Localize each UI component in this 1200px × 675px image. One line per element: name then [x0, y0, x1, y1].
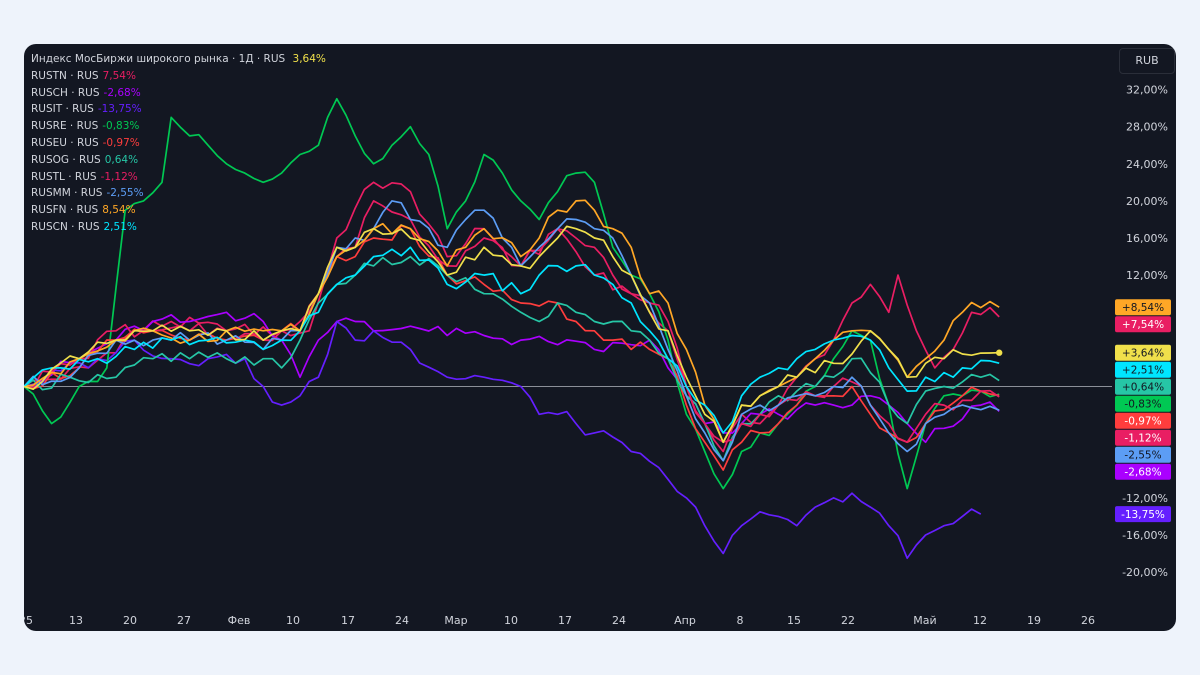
x-tick-label: 26: [1081, 614, 1095, 627]
y-tick-label: 32,00%: [1126, 84, 1168, 97]
series-value-tag-label: +8,54%: [1122, 302, 1164, 314]
legend-change: 2,51%: [103, 220, 137, 233]
x-tick-label: 20: [123, 614, 137, 627]
x-tick-label: Май: [913, 614, 936, 627]
legend-symbol: RUSTN · RUS: [31, 69, 99, 82]
y-tick-label: -20,00%: [1122, 566, 1168, 579]
legend-change: 0,64%: [104, 153, 139, 166]
legend-symbol: RUSFN · RUS: [31, 204, 99, 217]
legend-row: RUSEU · RUS -0,97%: [31, 135, 326, 152]
y-tick-label: -16,00%: [1122, 529, 1168, 542]
y-tick-label: 28,00%: [1126, 121, 1168, 134]
x-tick-label: 22: [841, 614, 855, 627]
legend-change: -0,97%: [102, 136, 140, 149]
legend-symbol: RUSCH · RUS: [31, 86, 100, 99]
series-value-tag-label: -2,55%: [1124, 450, 1161, 462]
x-tick-label: 19: [1027, 614, 1041, 627]
x-tick-label: 8: [737, 614, 744, 627]
legend-symbol: RUSIT · RUS: [31, 103, 94, 116]
series-value-tag-label: +3,64%: [1122, 348, 1164, 360]
legend-row: RUSOG · RUS 0,64%: [31, 152, 326, 169]
legend-change: -1,12%: [100, 170, 138, 183]
legend-symbol: RUSCN · RUS: [31, 220, 100, 233]
y-tick-label: -12,00%: [1122, 492, 1168, 505]
y-tick-label: 24,00%: [1126, 158, 1168, 171]
x-tick-label: 12: [973, 614, 987, 627]
chart-card: 32,00% 28,00% 24,00% 20,00% 16,00% 12,00% -12,…: [24, 44, 1176, 631]
legend-symbol: RUSRE · RUS: [31, 120, 99, 133]
legend-row: RUSMM · RUS -2,55%: [31, 185, 326, 202]
legend-main-change: 3,64%: [292, 53, 326, 65]
series-value-tag-label: +2,51%: [1122, 365, 1164, 377]
series-value-tag-label: -2,68%: [1124, 467, 1161, 479]
legend-row: RUSRE · RUS -0,83%: [31, 118, 326, 135]
legend-change: -13,75%: [97, 103, 142, 116]
legend-change: 7,54%: [102, 69, 136, 82]
legend-row: RUSTN · RUS 7,54%: [31, 68, 326, 85]
x-tick-label: Мар: [444, 614, 467, 627]
x-tick-label: Фев: [228, 614, 251, 627]
series-value-tag-label: -13,75%: [1121, 509, 1165, 521]
legend-series-list: RUSTN · RUS 7,54% RUSCH · RUS -2,68% RUSIT ·…: [31, 68, 326, 236]
x-tick-label: 10: [286, 614, 300, 627]
legend-change: -2,68%: [103, 86, 141, 99]
series-value-tag-label: +0,64%: [1122, 382, 1164, 394]
x-tick-label: 10: [504, 614, 518, 627]
x-tick-label: 27: [177, 614, 191, 627]
x-tick-label: 17: [341, 614, 355, 627]
legend-change: -2,55%: [106, 187, 144, 200]
legend-row: RUSFN · RUS 8,54%: [31, 202, 326, 219]
chart-legend: Индекс МосБиржи широкого рынка · 1Д · RU…: [31, 51, 326, 236]
series-value-tag-label: -1,12%: [1124, 433, 1161, 445]
legend-row: RUSTL · RUS -1,12%: [31, 169, 326, 186]
y-tick-label: 20,00%: [1126, 195, 1168, 208]
legend-row: RUSIT · RUS -13,75%: [31, 101, 326, 118]
series-value-tag-label: -0,83%: [1124, 399, 1161, 411]
legend-symbol: RUSOG · RUS: [31, 153, 101, 166]
x-tick-label: 24: [395, 614, 409, 627]
currency-button[interactable]: RUB: [1119, 48, 1175, 74]
legend-main-symbol: Индекс МосБиржи широкого рынка · 1Д · RU…: [31, 53, 286, 65]
x-tick-label: 15: [787, 614, 801, 627]
x-tick-label: 17: [558, 614, 572, 627]
y-tick-label: 16,00%: [1126, 232, 1168, 245]
series-end-dot: [996, 349, 1003, 356]
legend-symbol: RUSEU · RUS: [31, 136, 99, 149]
x-tick-label: 25: [24, 614, 33, 627]
legend-symbol: RUSTL · RUS: [31, 170, 97, 183]
legend-row: RUSCH · RUS -2,68%: [31, 85, 326, 102]
x-tick-label: Апр: [674, 614, 696, 627]
legend-row: RUSCN · RUS 2,51%: [31, 219, 326, 236]
series-value-tag-label: -0,97%: [1124, 416, 1161, 428]
y-tick-label: 12,00%: [1126, 269, 1168, 282]
series-value-tag-label: +7,54%: [1122, 319, 1164, 331]
x-tick-label: 24: [612, 614, 626, 627]
legend-symbol: RUSMM · RUS: [31, 187, 103, 200]
series-line: [24, 320, 982, 560]
x-tick-label: 13: [69, 614, 83, 627]
series-line: [24, 224, 1000, 471]
legend-change: -0,83%: [102, 120, 140, 133]
legend-change: 8,54%: [102, 204, 136, 217]
legend-title-row: Индекс МосБиржи широкого рынка · 1Д · RU…: [31, 51, 326, 68]
